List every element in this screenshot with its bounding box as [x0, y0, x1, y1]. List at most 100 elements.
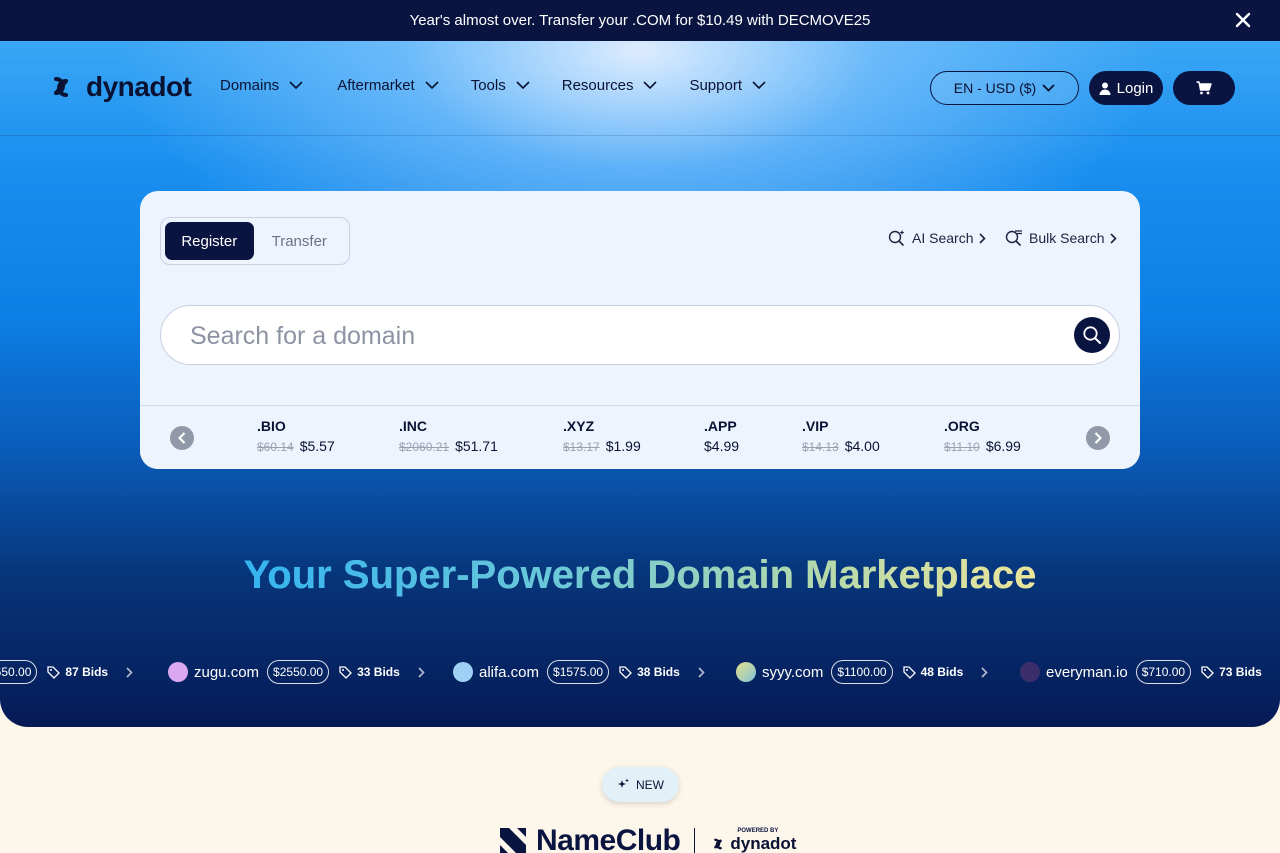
menu-label: Support [689, 77, 742, 94]
domain-search-input[interactable] [190, 318, 1050, 354]
auction-bids-label: 33 Bids [357, 665, 400, 679]
search-button[interactable] [1074, 317, 1110, 353]
logo[interactable]: dynadot [44, 70, 192, 104]
auction-domain: alifa.com [479, 663, 540, 681]
tld-new-price: $1.99 [605, 438, 641, 454]
sparkle-icon [618, 778, 629, 788]
auction-ticker: $650.00 87 Bids zugu.com $2550.00 33 Bid… [0, 657, 1280, 687]
dynadot-logo-icon [54, 77, 68, 97]
menu-tools[interactable]: Tools [471, 77, 530, 94]
tld-old-price: $13.17 [563, 440, 600, 454]
auction-bids-label: 48 Bids [920, 665, 964, 679]
language-label: EN - USD ($) [953, 80, 1037, 96]
tld-name: .VIP [802, 418, 829, 434]
auction-price: $650.00 [0, 660, 38, 684]
auction-item[interactable]: syyy.com $1100.00 48 Bids [736, 657, 988, 687]
chevron-down-icon [425, 81, 439, 90]
tld-item[interactable]: .INC $2060.21 $51.71 [399, 418, 498, 454]
promo-banner: Year's almost over. Transfer your .COM f… [0, 0, 1280, 41]
nameclub-title: NameClub [536, 824, 681, 853]
tld-old-price: $60.14 [257, 440, 294, 454]
chevron-down-icon [1042, 84, 1055, 92]
auction-bids: 87 Bids [47, 665, 108, 679]
divider [694, 828, 696, 853]
auction-bids-label: 73 Bids [1219, 665, 1262, 679]
tld-name: .ORG [944, 418, 980, 434]
top-navigation: dynadot Domains Aftermarket Tools Resour… [0, 41, 1280, 136]
powered-by: POWERED BY dynadot [709, 828, 796, 853]
chevron-right-icon [698, 666, 705, 678]
auction-item[interactable]: $650.00 87 Bids [0, 657, 133, 687]
menu-support[interactable]: Support [689, 77, 766, 94]
carousel-next-button[interactable] [1086, 426, 1110, 450]
auction-item[interactable]: everyman.io $710.00 73 Bids [1020, 657, 1262, 687]
carousel-prev-button[interactable] [170, 426, 194, 450]
nameclub-brand[interactable]: NameClub POWERED BY dynadot [500, 824, 796, 853]
bulk-search-link[interactable]: Bulk Search [1005, 229, 1118, 247]
domain-avatar [453, 662, 473, 682]
hero-section: dynadot Domains Aftermarket Tools Resour… [0, 41, 1280, 727]
login-button[interactable]: Login [1089, 71, 1163, 105]
chevron-right-icon [979, 232, 987, 244]
menu-domains[interactable]: Domains [220, 77, 303, 94]
menu-aftermarket[interactable]: Aftermarket [337, 77, 439, 94]
close-icon[interactable] [1234, 11, 1252, 29]
chevron-down-icon [752, 81, 766, 90]
domain-avatar [736, 662, 756, 682]
tld-item[interactable]: .VIP $14.13 $4.00 [802, 418, 880, 454]
tld-name: .BIO [257, 418, 286, 434]
new-badge: NEW [602, 767, 679, 802]
auction-bids: 38 Bids [619, 665, 680, 679]
tab-transfer[interactable]: Transfer [254, 222, 345, 260]
nameclub-logo-icon [500, 828, 526, 853]
auction-price: $1575.00 [547, 660, 610, 684]
tld-new-price: $51.71 [455, 438, 498, 454]
auction-item[interactable]: alifa.com $1575.00 38 Bids [453, 657, 705, 687]
chevron-right-icon [418, 666, 425, 678]
search-mode-tabs: Register Transfer [160, 217, 350, 265]
auction-domain: syyy.com [762, 663, 824, 681]
tag-icon [47, 665, 61, 679]
bulk-search-label: Bulk Search [1029, 230, 1105, 246]
auction-domain: zugu.com [194, 663, 260, 681]
chevron-left-icon [178, 432, 186, 444]
auction-item[interactable]: zugu.com $2550.00 33 Bids [168, 657, 425, 687]
brand-name: dynadot [86, 71, 192, 102]
tag-icon [619, 665, 633, 679]
tld-old-price: $2060.21 [399, 440, 450, 454]
bulk-search-icon [1005, 230, 1022, 246]
auction-domain: everyman.io [1046, 663, 1128, 681]
search-icon [1083, 326, 1101, 344]
chevron-right-icon [981, 666, 988, 678]
tld-new-price: $4.99 [704, 438, 740, 454]
tld-item[interactable]: .APP $4.99 [704, 418, 739, 454]
cart-icon [1196, 81, 1212, 95]
menu-resources[interactable]: Resources [562, 77, 658, 94]
tld-old-price: $14.13 [802, 440, 839, 454]
headline-text: Your Super-Powered Domain Marketplace [243, 553, 1037, 597]
tld-item[interactable]: .ORG $11.10 $6.99 [944, 418, 1021, 454]
tld-name: .APP [704, 418, 737, 434]
tld-item[interactable]: .BIO $60.14 $5.57 [257, 418, 335, 454]
auction-bids: 48 Bids [902, 665, 964, 679]
domain-avatar [1020, 662, 1040, 682]
menu-label: Resources [561, 77, 634, 94]
tld-new-price: $4.00 [844, 438, 880, 454]
ai-search-link[interactable]: AI Search [888, 229, 987, 247]
auction-price: $1100.00 [831, 660, 893, 684]
auction-price: $710.00 [1135, 660, 1192, 684]
language-currency-selector[interactable]: EN - USD ($) [930, 71, 1079, 105]
tld-new-price: $5.57 [299, 438, 335, 454]
tag-icon [1201, 665, 1215, 679]
menu-label: Aftermarket [337, 77, 415, 94]
tld-old-price: $11.10 [944, 440, 980, 454]
hero-headline: Your Super-Powered Domain Marketplace [0, 553, 1280, 598]
tab-register[interactable]: Register [165, 222, 254, 260]
chevron-right-icon [1094, 432, 1102, 444]
powered-by-brand: dynadot [730, 834, 797, 853]
auction-bids-label: 38 Bids [637, 665, 680, 679]
tld-item[interactable]: .XYZ $13.17 $1.99 [563, 418, 641, 454]
cart-button[interactable] [1173, 71, 1235, 105]
auction-bids: 73 Bids [1201, 665, 1262, 679]
domain-avatar [168, 662, 188, 682]
